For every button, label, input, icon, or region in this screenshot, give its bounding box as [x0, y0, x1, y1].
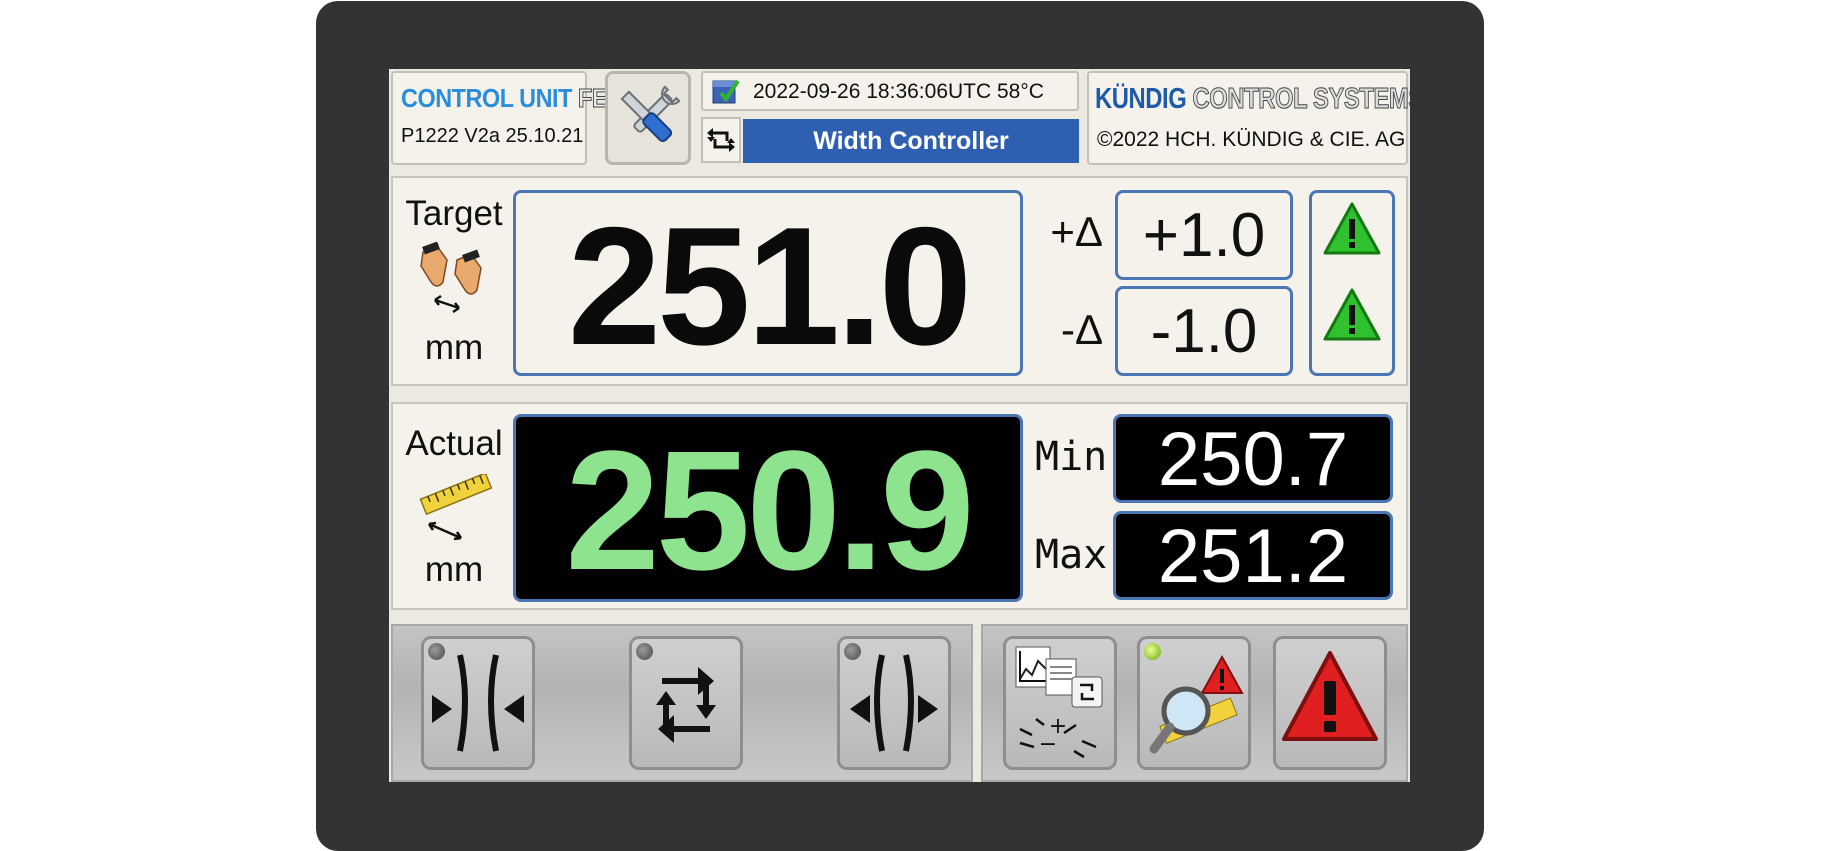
hmi-screen: CONTROL UNIT FE-9 P1222 V2a 25.10.21 202…	[389, 69, 1410, 782]
trend-settings-icon: + −	[1015, 646, 1103, 759]
actual-unit: mm	[424, 550, 484, 589]
function-button-group: + −	[981, 624, 1408, 782]
unit-info-panel: CONTROL UNIT FE-9 P1222 V2a 25.10.21	[391, 71, 628, 165]
mode-title: Width Controller	[743, 119, 1079, 163]
status-datetime-temp: 2022-09-26 18:36:06UTC 58°C	[753, 80, 1044, 103]
unit-title: CONTROL UNIT FE-9	[401, 83, 628, 114]
auto-control-button[interactable]	[629, 636, 743, 770]
motion-button-group	[391, 624, 973, 782]
target-value[interactable]: 251.0	[513, 190, 1023, 379]
tools-icon	[620, 85, 681, 143]
min-label: Min	[1035, 434, 1108, 480]
actual-label: Actual	[405, 424, 503, 463]
tolerance-warning-panel[interactable]	[1309, 190, 1395, 376]
narrow-button[interactable]	[421, 636, 535, 770]
cycle-icon	[707, 128, 735, 152]
actual-row: Actual mm 250.9 Min 250.7 Max 251.2	[391, 402, 1408, 610]
widen-button[interactable]	[837, 636, 951, 770]
alarm-inspect-icon	[1149, 654, 1244, 754]
max-value[interactable]: 251.2	[1113, 511, 1393, 600]
ruler-icon	[419, 474, 493, 541]
target-row: Target mm 251.0 +Δ +1.0 -Δ -1.0	[391, 176, 1408, 386]
warning-green-icon	[1323, 288, 1381, 341]
minus-delta-label: -Δ	[1060, 306, 1103, 353]
svg-text:−: −	[1039, 732, 1057, 757]
calendar-check-icon	[712, 79, 740, 104]
narrow-arrows-icon	[432, 654, 524, 752]
min-value[interactable]: 250.7	[1113, 414, 1393, 503]
mode-switch-button[interactable]	[701, 117, 741, 163]
minus-delta-value[interactable]: -1.0	[1115, 286, 1293, 376]
alarm-button[interactable]	[1273, 636, 1387, 770]
alarm-red-icon	[1282, 651, 1378, 741]
status-bar: 2022-09-26 18:36:06UTC 58°C	[701, 71, 1079, 111]
trend-settings-button[interactable]: + −	[1003, 636, 1117, 770]
target-label: Target	[405, 194, 503, 233]
warning-green-icon	[1323, 202, 1381, 255]
target-unit: mm	[424, 328, 484, 367]
hands-measure-icon	[420, 242, 482, 314]
brand-logo: KÜNDIG CONTROL SYSTEMS	[1095, 83, 1410, 116]
max-label: Max	[1035, 532, 1108, 578]
cycle-icon	[656, 667, 716, 743]
brand-panel: KÜNDIG CONTROL SYSTEMS ©2022 HCH. KÜNDIG…	[1087, 71, 1410, 165]
copyright-text: ©2022 HCH. KÜNDIG & CIE. AG	[1097, 128, 1406, 151]
alarm-inspect-button[interactable]	[1137, 636, 1251, 770]
plus-delta-value[interactable]: +1.0	[1115, 190, 1293, 280]
plus-delta-label: +Δ	[1050, 208, 1103, 255]
actual-value: 250.9	[513, 414, 1023, 605]
widen-arrows-icon	[850, 654, 938, 752]
settings-button[interactable]	[605, 71, 691, 165]
unit-version: P1222 V2a 25.10.21	[401, 125, 584, 147]
